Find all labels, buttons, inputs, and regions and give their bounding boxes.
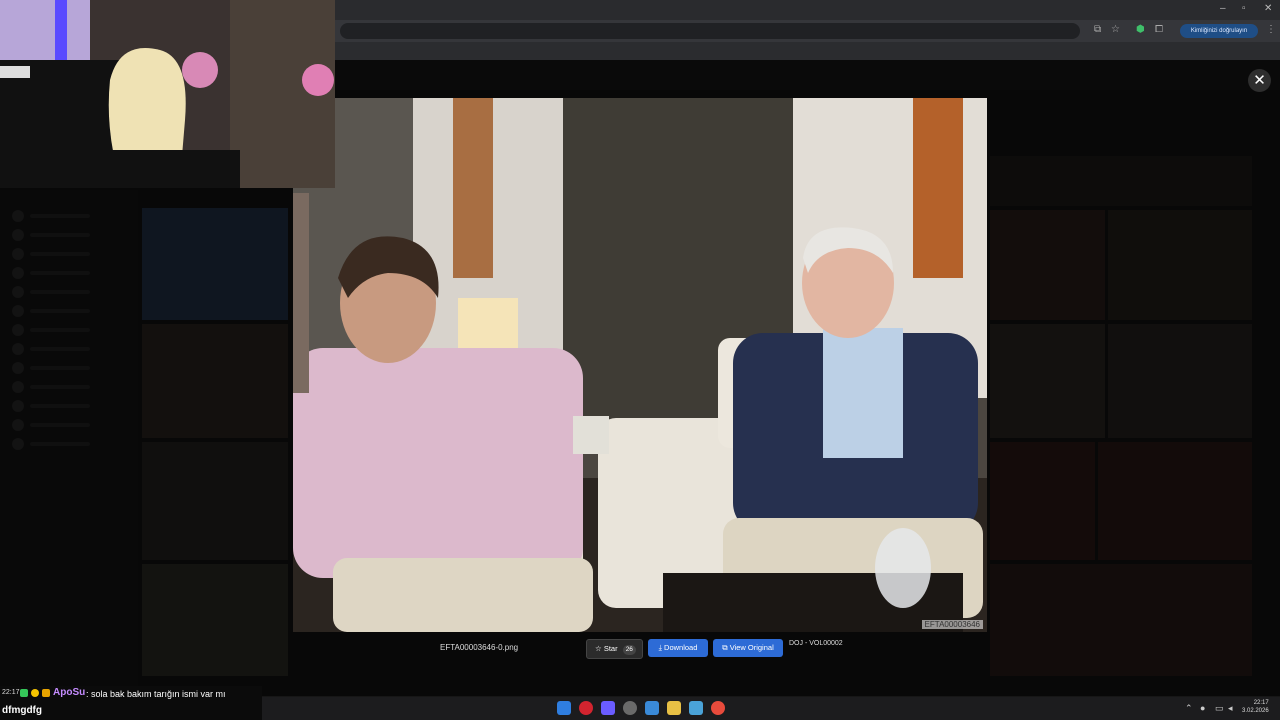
discord-icon[interactable] (601, 701, 615, 715)
view-original-label: View Original (729, 643, 774, 652)
bookmarks-bar (335, 42, 1280, 60)
obs-icon[interactable] (623, 701, 637, 715)
download-button[interactable]: ⤓ Download (648, 639, 708, 657)
clock-time: 22:17 (1253, 700, 1269, 706)
chevron-up-icon[interactable]: ⌃ (1185, 703, 1193, 714)
gift-badge-icon (42, 689, 50, 697)
viewer-photo: EFTA00003646 (293, 98, 987, 632)
view-original-button[interactable]: ⧉ View Original (713, 639, 783, 657)
minimize-button[interactable]: – (1220, 3, 1226, 14)
menu-icon[interactable]: ⋮ (1266, 24, 1276, 35)
download-label: Download (664, 643, 698, 652)
bookmark-star-icon[interactable]: ☆ (1111, 24, 1120, 35)
window-close-button[interactable]: ✕ (1264, 3, 1272, 14)
chat-timestamp: 22:17 (2, 689, 20, 696)
address-bar[interactable] (340, 23, 1080, 39)
moderator-badge-icon (20, 689, 28, 697)
folder-icon[interactable] (667, 701, 681, 715)
maximize-button[interactable]: ▫ (1242, 3, 1246, 14)
taskbar (262, 697, 1280, 720)
webcam-overlay (0, 0, 335, 188)
start-icon[interactable] (557, 701, 571, 715)
extensions-icon[interactable]: ⧠ (1155, 24, 1163, 35)
clock[interactable]: 22:17 3.02.2026 (1242, 699, 1269, 715)
translate-icon[interactable]: ⧉ (1094, 24, 1101, 35)
coin-badge-icon (31, 689, 39, 697)
steam-icon[interactable] (689, 701, 703, 715)
network-icon[interactable]: ▭ (1215, 703, 1224, 714)
webcam-feed (0, 0, 335, 188)
download-icon: ⤓ (658, 643, 662, 652)
clock-date: 3.02.2026 (1242, 708, 1269, 714)
close-icon[interactable]: ✕ (1248, 69, 1271, 92)
app-icon[interactable] (645, 701, 659, 715)
external-link-icon: ⧉ (722, 643, 728, 652)
photo-id-label: EFTA00003646 (921, 620, 983, 629)
volume-icon[interactable]: ◂ (1228, 703, 1233, 714)
photo-illustration (293, 98, 987, 632)
verify-identity-button[interactable]: Kimliğinizi doğrulayın (1180, 24, 1258, 38)
opera-icon[interactable] (579, 701, 593, 715)
chat-message: dfmgdfg (2, 705, 42, 716)
chrome-icon[interactable] (711, 701, 725, 715)
chat-message: : sola bak bakım tarığın ismi var mı (86, 689, 226, 699)
star-label: Star (603, 644, 618, 653)
chat-username: ApoSu (53, 687, 86, 698)
microphone-icon[interactable]: ● (1200, 703, 1205, 713)
tab-strip (335, 0, 1280, 20)
file-name: EFTA00003646-0.png (440, 643, 519, 652)
star-button[interactable]: ☆ Star 26 (586, 639, 643, 659)
star-count: 26 (622, 645, 636, 655)
shield-icon[interactable]: ⬢ (1136, 24, 1145, 35)
volume-label: DOJ - VOL00002 (789, 640, 843, 647)
star-icon: ☆ (595, 644, 602, 653)
